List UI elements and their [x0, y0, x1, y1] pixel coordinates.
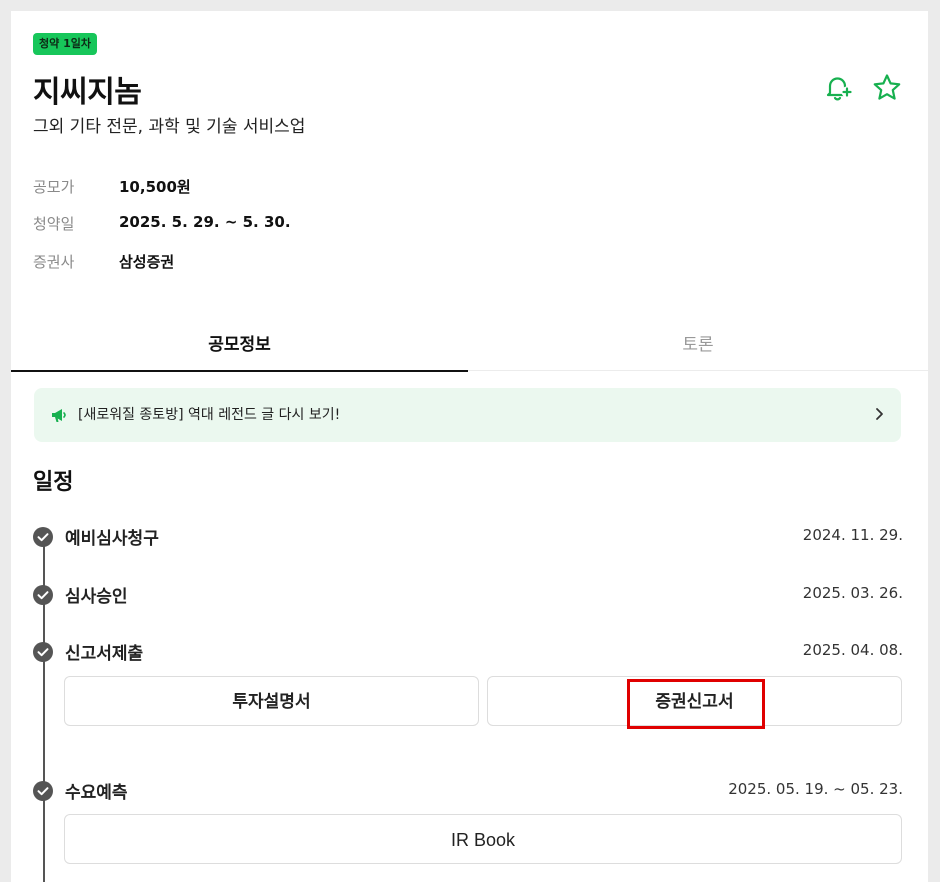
step-date: 2024. 11. 29. — [802, 526, 903, 544]
bell-plus-icon — [826, 77, 853, 101]
tab-bar: 공모정보 토론 — [11, 323, 928, 372]
tab-offering-info[interactable]: 공모정보 — [11, 323, 468, 372]
registration-statement-button[interactable]: 증권신고서 — [487, 676, 902, 726]
schedule-step: 예비심사청구 2024. 11. 29. — [33, 523, 903, 549]
info-value: 10,500원 — [119, 178, 191, 196]
company-name: 지씨지놈 — [33, 75, 142, 110]
megaphone-icon — [52, 409, 66, 422]
tab-discussion[interactable]: 토론 — [468, 323, 928, 370]
step-name: 예비심사청구 — [65, 529, 159, 549]
check-circle-icon — [33, 527, 53, 547]
info-label: 청약일 — [33, 215, 75, 233]
chevron-right-icon — [876, 408, 883, 420]
info-label: 증권사 — [33, 253, 75, 271]
step-name: 수요예측 — [65, 783, 128, 803]
star-icon — [873, 74, 901, 100]
schedule-title: 일정 — [33, 470, 74, 495]
check-circle-icon — [33, 781, 53, 801]
step-date: 2025. 05. 19. ~ 05. 23. — [728, 780, 903, 798]
subscription-day-badge: 청약 1일차 — [33, 33, 97, 55]
info-value: 삼성증권 — [119, 253, 175, 271]
ir-book-button[interactable]: IR Book — [64, 814, 902, 864]
info-value: 2025. 5. 29. ~ 5. 30. — [119, 213, 291, 231]
check-circle-icon — [33, 642, 53, 662]
prospectus-button[interactable]: 투자설명서 — [64, 676, 479, 726]
favorite-button[interactable] — [870, 71, 904, 105]
step-name: 심사승인 — [65, 587, 128, 607]
info-label: 공모가 — [33, 178, 75, 196]
step-date: 2025. 04. 08. — [802, 641, 903, 659]
ipo-detail-panel: 청약 1일차 지씨지놈 그외 기타 전문, 과학 및 기술 서비스업 공모가 1… — [11, 11, 928, 882]
banner-text: [새로워질 종토방] 역대 레전드 글 다시 보기! — [78, 407, 341, 423]
notice-banner[interactable]: [새로워질 종토방] 역대 레전드 글 다시 보기! — [34, 388, 901, 442]
step-name: 신고서제출 — [65, 644, 144, 664]
alarm-button[interactable] — [821, 71, 855, 105]
step-date: 2025. 03. 26. — [802, 584, 903, 602]
company-industry: 그외 기타 전문, 과학 및 기술 서비스업 — [33, 117, 306, 137]
check-circle-icon — [33, 585, 53, 605]
schedule-step: 심사승인 2025. 03. 26. — [33, 581, 903, 607]
schedule-step: 수요예측 2025. 05. 19. ~ 05. 23. — [33, 777, 903, 803]
schedule-step: 신고서제출 2025. 04. 08. — [33, 638, 903, 664]
